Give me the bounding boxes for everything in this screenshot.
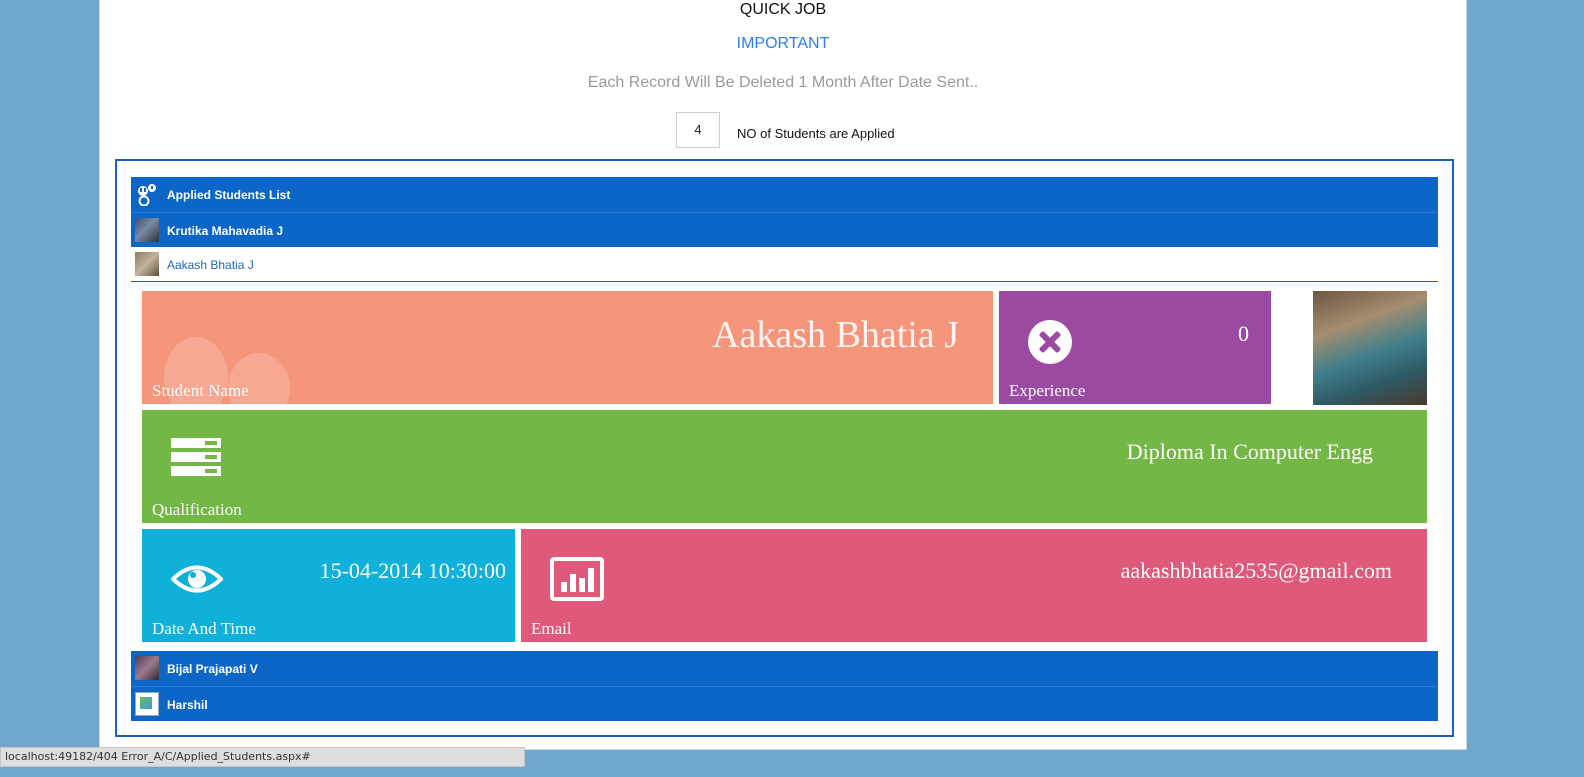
date-time-label: Date And Time [152, 619, 256, 638]
broken-image-icon [135, 692, 159, 716]
student-row-krutika[interactable]: Krutika Mahavadia J [131, 212, 1438, 247]
student-row-bijal[interactable]: Bijal Prajapati V [131, 651, 1438, 686]
experience-label: Experience [1009, 381, 1086, 400]
applied-count-label: NO of Students are Applied [737, 126, 895, 141]
deletion-notice: Each Record Will Be Deleted 1 Month Afte… [587, 74, 979, 91]
bar-chart-icon [550, 557, 604, 601]
main-page: QUICK JOB IMPORTANT Each Record Will Be … [99, 0, 1467, 750]
close-circle-icon [1028, 320, 1072, 364]
list-header-title: Applied Students List [167, 188, 291, 202]
page-title: QUICK JOB [739, 1, 827, 18]
student-name-value: Aakash Bhatia J [712, 314, 959, 356]
student-row-harshil[interactable]: Harshil [131, 686, 1438, 721]
eye-icon [171, 565, 223, 593]
email-label: Email [531, 619, 572, 638]
date-time-value: 15-04-2014 10:30:00 [319, 558, 506, 583]
server-icon [171, 438, 221, 478]
browser-status-bar: localhost:49182/404 Error_A/C/Applied_St… [0, 747, 525, 767]
student-name: Harshil [167, 698, 208, 712]
email-value: aakashbhatia2535@gmail.com [1120, 558, 1392, 583]
date-time-tile: 15-04-2014 10:30:00 Date And Time [142, 529, 515, 642]
qualification-value: Diploma In Computer Engg [1126, 439, 1373, 464]
student-name: Aakash Bhatia J [167, 258, 254, 272]
users-icon [138, 184, 156, 206]
qualification-tile: Diploma In Computer Engg Qualification [142, 410, 1427, 523]
applied-students-panel: Applied Students List Krutika Mahavadia … [115, 159, 1454, 737]
applied-count-box: 4 [676, 112, 720, 148]
email-tile: aakashbhatia2535@gmail.com Email [521, 529, 1427, 642]
student-photo [1313, 291, 1427, 405]
list-header: Applied Students List [131, 177, 1438, 212]
qualification-label: Qualification [152, 500, 242, 519]
student-name: Bijal Prajapati V [167, 662, 258, 676]
student-name-label: Student Name [152, 381, 249, 400]
avatar [135, 656, 159, 680]
student-name-tile: Aakash Bhatia J Student Name [142, 291, 993, 404]
avatar [135, 218, 159, 242]
student-name: Krutika Mahavadia J [167, 224, 284, 238]
experience-tile: 0 Experience [999, 291, 1271, 404]
avatar [135, 252, 159, 276]
student-row-aakash[interactable]: Aakash Bhatia J [131, 247, 1438, 282]
experience-value: 0 [1238, 321, 1249, 346]
important-heading: IMPORTANT [736, 35, 830, 52]
